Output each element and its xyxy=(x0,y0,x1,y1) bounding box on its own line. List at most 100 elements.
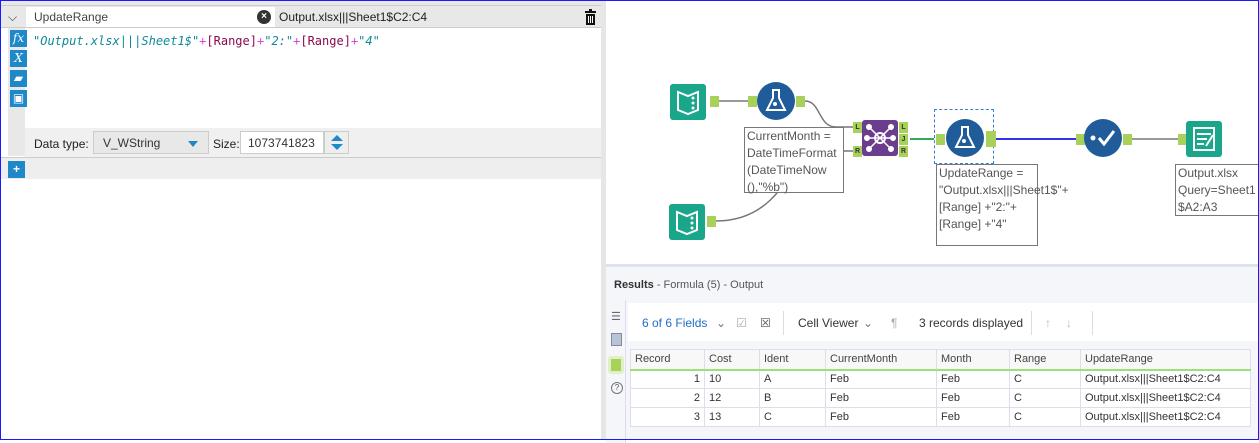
metadata-icon[interactable] xyxy=(611,333,622,346)
dropdown-arrow-icon xyxy=(188,141,198,147)
formula-tool-2[interactable] xyxy=(946,119,984,157)
pilcrow-icon[interactable]: ¶ xyxy=(891,316,897,330)
table-cell[interactable]: Feb xyxy=(825,369,937,389)
table-cell[interactable]: 10 xyxy=(704,369,760,389)
table-cell[interactable]: C xyxy=(1009,369,1081,389)
results-panel: Results - Formula (5) - Output ☰ ? 6 of … xyxy=(606,264,1258,443)
table-cell[interactable]: Feb xyxy=(936,369,1010,389)
help-icon[interactable]: ? xyxy=(611,382,623,394)
table-cell[interactable]: 1 xyxy=(630,369,705,389)
column-header[interactable]: Month xyxy=(936,349,1010,371)
expression-editor[interactable]: "Output.xlsx|||Sheet1$"+[Range]+"2:"+[Ra… xyxy=(33,34,380,48)
table-cell[interactable]: Feb xyxy=(825,407,937,427)
column-header[interactable]: CurrentMonth xyxy=(825,349,937,371)
results-table: Record Cost Ident CurrentMonth Month Range Upd… xyxy=(630,349,1251,427)
table-cell[interactable]: Output.xlsx|||Sheet1$C2:C4 xyxy=(1080,369,1251,389)
output-data-tool[interactable] xyxy=(1186,121,1222,157)
cell-viewer-dropdown[interactable]: Cell Viewer xyxy=(798,316,858,330)
join-right-anchor[interactable]: R xyxy=(853,146,862,157)
table-cell[interactable]: 3 xyxy=(630,407,705,427)
data-type-select[interactable]: V_WString xyxy=(93,131,209,154)
function-icon[interactable]: fx xyxy=(10,30,27,47)
expression-token: "Output.xlsx|||Sheet1$" xyxy=(33,34,200,48)
results-sidebar: ☰ ? xyxy=(606,300,626,443)
table-cell[interactable]: 13 xyxy=(704,407,760,427)
column-header[interactable]: Range xyxy=(1009,349,1081,371)
results-title: Results - Formula (5) - Output xyxy=(614,279,763,291)
chevron-down-icon[interactable]: ⌵ xyxy=(8,10,22,24)
save-icon[interactable]: ▣ xyxy=(10,90,27,107)
output-anchor[interactable] xyxy=(796,96,805,107)
formula-preview: Output.xlsx|||Sheet1$C2:C4 xyxy=(279,10,428,24)
table-row[interactable]: 1 10 A Feb Feb C Output.xlsx|||Sheet1$C2:C4 xyxy=(630,369,1251,389)
workflow-canvas[interactable]: CurrentMonth = DateTimeFormat (DateTimeN… xyxy=(606,0,1259,264)
expression-token: [Range] xyxy=(206,34,257,48)
trash-icon[interactable] xyxy=(584,9,597,25)
fields-dropdown[interactable]: 6 of 6 Fields xyxy=(642,316,707,330)
table-row[interactable]: 3 13 C Feb Feb C Output.xlsx|||Sheet1$C2:C4 xyxy=(630,407,1251,427)
expression-token: "4" xyxy=(358,34,380,48)
field-name-input[interactable]: UpdateRange xyxy=(26,7,275,27)
chevron-down-icon[interactable]: ⌄ xyxy=(863,316,873,330)
checkbox-icon[interactable]: ☑ xyxy=(736,316,747,330)
chevron-down-icon[interactable]: ⌄ xyxy=(716,316,726,330)
table-cell[interactable]: 12 xyxy=(704,388,760,408)
data-type-label: Data type: xyxy=(34,137,89,151)
column-header[interactable]: Cost xyxy=(704,349,760,371)
arrow-down-icon[interactable]: ↓ xyxy=(1066,316,1072,330)
add-field-row: + xyxy=(0,157,601,179)
column-header[interactable]: UpdateRange xyxy=(1080,349,1251,371)
table-cell[interactable]: C xyxy=(759,407,826,427)
formula-field-row: ⌵ UpdateRange × Output.xlsx|||Sheet1$C2:… xyxy=(0,6,601,28)
data-tab-icon[interactable] xyxy=(608,356,624,374)
column-header[interactable]: Ident xyxy=(759,349,826,371)
size-label: Size: xyxy=(213,137,240,151)
table-row[interactable]: 2 12 B Feb Feb C Output.xlsx|||Sheet1$C2:C4 xyxy=(630,388,1251,408)
table-cell[interactable]: Feb xyxy=(825,388,937,408)
table-cell[interactable]: B xyxy=(759,388,826,408)
formula-annotation-1: CurrentMonth = DateTimeFormat (DateTimeN… xyxy=(744,127,844,194)
table-cell[interactable]: C xyxy=(1009,407,1081,427)
browse-tool[interactable] xyxy=(1084,119,1122,157)
join-left-output-anchor[interactable]: L xyxy=(899,122,908,133)
size-input[interactable]: 1073741823 xyxy=(240,131,324,154)
table-cell[interactable]: 2 xyxy=(630,388,705,408)
join-left-anchor[interactable]: L xyxy=(853,122,862,133)
output-anchor[interactable] xyxy=(986,131,996,147)
output-anchor[interactable] xyxy=(710,96,719,107)
table-cell[interactable]: Feb xyxy=(936,407,1010,427)
input-anchor[interactable] xyxy=(936,134,945,145)
input-anchor[interactable] xyxy=(748,96,757,107)
output-anchor[interactable] xyxy=(1123,134,1132,145)
deselect-icon[interactable]: ☒ xyxy=(760,316,771,330)
open-folder-icon[interactable]: ▰ xyxy=(10,70,27,87)
clear-icon[interactable]: × xyxy=(257,10,271,24)
results-toolbar: 6 of 6 Fields ⌄ ☑ ☒ Cell Viewer ⌄ ¶ 3 re… xyxy=(628,303,1258,341)
formula-annotation-2: UpdateRange = "Output.xlsx|||Sheet1$"+[R… xyxy=(936,164,1069,246)
results-label: Results xyxy=(614,279,654,291)
input-data-tool-1[interactable] xyxy=(670,84,706,120)
add-formula-button[interactable]: + xyxy=(8,161,25,178)
join-output-anchor[interactable]: J xyxy=(899,134,908,145)
field-options: Data type: V_WString Size: 1073741823 xyxy=(25,128,601,157)
expression-token: [Range] xyxy=(300,34,351,48)
table-cell[interactable]: Feb xyxy=(936,388,1010,408)
stepper-arrows-icon xyxy=(331,135,343,150)
table-cell[interactable]: C xyxy=(1009,388,1081,408)
column-header[interactable]: Record xyxy=(630,349,705,371)
variable-icon[interactable]: X xyxy=(10,50,27,67)
expression-token: "2:" xyxy=(264,34,294,48)
table-cell[interactable]: A xyxy=(759,369,826,389)
arrow-up-icon[interactable]: ↑ xyxy=(1045,316,1051,330)
formula-tool-1[interactable] xyxy=(757,82,795,120)
input-data-tool-2[interactable] xyxy=(669,204,705,240)
join-tool[interactable] xyxy=(862,120,898,156)
table-cell[interactable]: Output.xlsx|||Sheet1$C2:C4 xyxy=(1080,407,1251,427)
join-right-output-anchor[interactable]: R xyxy=(899,146,908,157)
formula-config-panel: ⌵ UpdateRange × Output.xlsx|||Sheet1$C2:… xyxy=(0,0,603,440)
list-icon[interactable]: ☰ xyxy=(611,310,621,323)
size-stepper[interactable] xyxy=(324,131,349,154)
table-cell[interactable]: Output.xlsx|||Sheet1$C2:C4 xyxy=(1080,388,1251,408)
records-count: 3 records displayed xyxy=(919,316,1024,330)
output-anchor[interactable] xyxy=(707,216,716,227)
